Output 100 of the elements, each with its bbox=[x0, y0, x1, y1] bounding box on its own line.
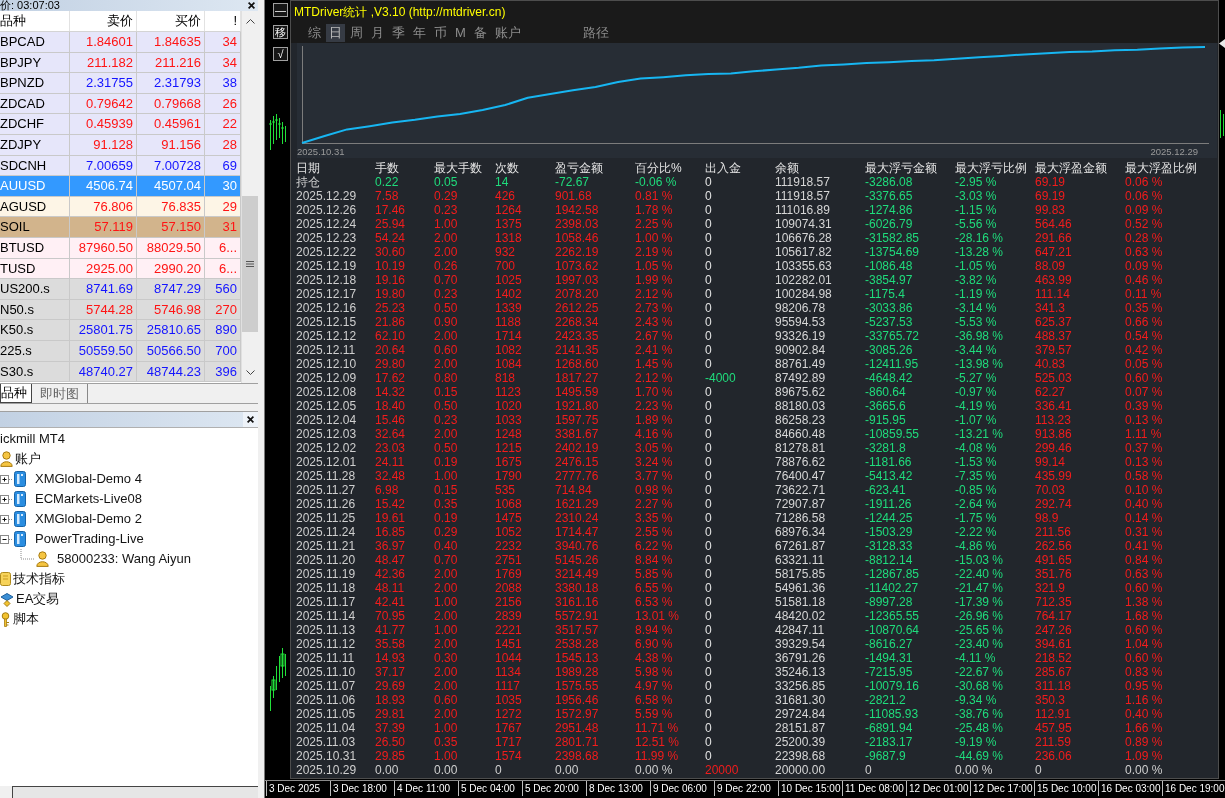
table-cell-text: 491.65 bbox=[1035, 553, 1073, 567]
tab[interactable]: 季 bbox=[389, 24, 408, 42]
table-cell-text: 525.03 bbox=[1035, 371, 1073, 385]
symbol-row[interactable]: AGUSD 76.806 76.835 29 bbox=[0, 196, 241, 218]
table-cell-text: 25.94 bbox=[375, 217, 407, 231]
table-cell-text: 2025.12.19 bbox=[296, 259, 358, 273]
symbol-row[interactable]: ZDCHF 0.45939 0.45961 22 bbox=[0, 114, 241, 135]
table-cell-text: 0.35 bbox=[434, 735, 459, 749]
symbol-row[interactable]: ZDJPY 91.128 91.156 28 bbox=[0, 134, 241, 156]
table-cell-text: -5.27 % bbox=[955, 371, 998, 385]
table-cell-text: 0 bbox=[705, 567, 713, 581]
table-cell-text: 211.59 bbox=[1035, 735, 1072, 749]
tab[interactable]: 年 bbox=[410, 24, 429, 42]
bid-price: 57.119 bbox=[70, 217, 137, 238]
symbol-row[interactable]: 225.s 50559.50 50566.50 700 bbox=[0, 340, 241, 362]
table-cell-text: -3281.8 bbox=[865, 441, 907, 455]
tree-item[interactable]: ECMarkets-Live08 bbox=[35, 491, 142, 507]
tab[interactable]: 备 bbox=[470, 24, 490, 42]
column-header: 最大浮亏比例 bbox=[955, 161, 1028, 175]
table-cell-text: 1339 bbox=[495, 301, 523, 315]
table-cell-text: 0 bbox=[865, 763, 873, 777]
close-button[interactable] bbox=[243, 412, 258, 427]
table-cell-text: 0.19 bbox=[434, 511, 459, 525]
tree-item[interactable]: EA交易 bbox=[16, 591, 60, 607]
tool-button[interactable]: — bbox=[273, 3, 288, 17]
scrollbar-thumb[interactable] bbox=[12, 786, 258, 798]
symbol-row[interactable]: N50.s 5744.28 5746.98 270 bbox=[0, 299, 241, 321]
table-cell-text: -1911.26 bbox=[865, 497, 913, 511]
tab[interactable]: 月 bbox=[368, 24, 387, 42]
tree-item[interactable]: 技术指标 bbox=[13, 571, 65, 587]
table-cell-text: 106676.28 bbox=[775, 231, 833, 245]
tab[interactable]: 账户 bbox=[491, 24, 524, 42]
table-cell-text: 17.62 bbox=[375, 371, 407, 385]
table-cell-text: 78876.62 bbox=[775, 455, 827, 469]
table-cell-text: 1.68 % bbox=[1125, 609, 1164, 623]
tab[interactable]: 综 bbox=[305, 24, 324, 42]
table-cell-text: 2025.11.12 bbox=[296, 637, 357, 651]
table-cell-text: 1956.46 bbox=[555, 693, 600, 707]
ask-price: 88029.50 bbox=[137, 237, 205, 259]
tab[interactable]: 币 bbox=[431, 24, 450, 42]
tab[interactable]: 日 bbox=[326, 24, 345, 42]
table-cell-text: 2398.03 bbox=[555, 217, 600, 231]
table-cell-text: 0.15 bbox=[434, 385, 459, 399]
candlestick-chart bbox=[268, 112, 288, 152]
table-cell-text: 100284.98 bbox=[775, 287, 833, 301]
table-cell-text: 29.81 bbox=[375, 707, 407, 721]
tree-item[interactable]: XMGlobal-Demo 2 bbox=[35, 511, 142, 527]
table-cell-text: 37.39 bbox=[375, 721, 407, 735]
table-cell-text: -2821.2 bbox=[865, 693, 907, 707]
tree-item[interactable]: 账户 bbox=[15, 451, 41, 467]
bid-price: 50559.50 bbox=[70, 340, 137, 362]
table-cell-text: -3.82 % bbox=[955, 273, 998, 287]
tree-item[interactable]: ickmill MT4 bbox=[0, 431, 65, 447]
table-cell-text: 236.06 bbox=[1035, 749, 1073, 763]
symbol-row[interactable]: SDCNH 7.00659 7.00728 69 bbox=[0, 155, 241, 177]
table-cell-text: 2777.76 bbox=[555, 469, 600, 483]
table-cell-text: 0.05 bbox=[434, 175, 459, 189]
tree-item[interactable]: 脚本 bbox=[13, 611, 39, 627]
table-cell-text: 3517.57 bbox=[555, 623, 600, 637]
symbol-row[interactable]: BPNZD 2.31755 2.31793 38 bbox=[0, 73, 241, 94]
tree-item[interactable]: 58000233: Wang Aiyun bbox=[57, 551, 191, 567]
table-cell-text: -13.21 % bbox=[955, 427, 1005, 441]
tab[interactable]: M bbox=[452, 24, 469, 42]
symbol-name: AUUSD bbox=[0, 176, 70, 197]
table-cell-text: 394.61 bbox=[1035, 637, 1073, 651]
table-cell-text: 2.55 % bbox=[635, 525, 674, 539]
symbol-row[interactable]: BPCAD 1.84601 1.84635 34 bbox=[0, 32, 241, 53]
tab[interactable]: 品种 bbox=[0, 384, 32, 403]
table-cell-text: 2476.15 bbox=[555, 455, 600, 469]
tool-button[interactable]: 移 bbox=[273, 25, 288, 39]
tab[interactable]: 即时图 bbox=[32, 384, 88, 403]
table-cell-text: 0 bbox=[705, 693, 713, 707]
table-cell-text: 3.35 % bbox=[635, 511, 674, 525]
table-cell-text: 0 bbox=[705, 231, 713, 245]
table-cell-text: 25.23 bbox=[375, 301, 407, 315]
symbol-row[interactable]: K50.s 25801.75 25810.65 890 bbox=[0, 320, 241, 341]
table-cell-text: 19.61 bbox=[375, 511, 407, 525]
symbol-row[interactable]: ZDCAD 0.79642 0.79668 26 bbox=[0, 93, 241, 115]
tree-item[interactable]: PowerTrading-Live bbox=[35, 531, 144, 547]
table-cell-text: -9.34 % bbox=[955, 693, 998, 707]
path-button[interactable]: 路径 bbox=[579, 24, 612, 42]
close-button[interactable] bbox=[245, 0, 258, 11]
column-header: 最大浮盈金额 bbox=[1035, 161, 1108, 175]
time-axis-label: 8 Dec 13:00 bbox=[586, 781, 650, 796]
symbol-row[interactable]: S30.s 48740.27 48744.23 396 bbox=[0, 361, 241, 383]
symbol-row[interactable]: SOIL 57.119 57.150 31 bbox=[0, 217, 241, 238]
table-cell-text: 1318 bbox=[495, 231, 523, 245]
tab[interactable]: 周 bbox=[347, 24, 366, 42]
symbol-row[interactable]: BPJPY 211.182 211.216 34 bbox=[0, 52, 241, 74]
table-cell-text: 0.89 % bbox=[1125, 735, 1164, 749]
tool-button[interactable]: √ bbox=[273, 47, 288, 61]
table-cell-text: 0 bbox=[705, 217, 713, 231]
table-cell-text: 2025.11.07 bbox=[296, 679, 357, 693]
symbol-row[interactable]: US200.s 8741.69 8747.29 560 bbox=[0, 279, 241, 300]
symbol-row[interactable]: TUSD 2925.00 2990.20 6... bbox=[0, 258, 241, 280]
tree-item[interactable]: XMGlobal-Demo 4 bbox=[35, 471, 142, 487]
ask-price: 8747.29 bbox=[137, 279, 205, 300]
symbol-row[interactable]: BTUSD 87960.50 88029.50 6... bbox=[0, 237, 241, 259]
table-cell-text: 1402 bbox=[495, 287, 523, 301]
scrollbar-thumb[interactable] bbox=[242, 196, 258, 332]
